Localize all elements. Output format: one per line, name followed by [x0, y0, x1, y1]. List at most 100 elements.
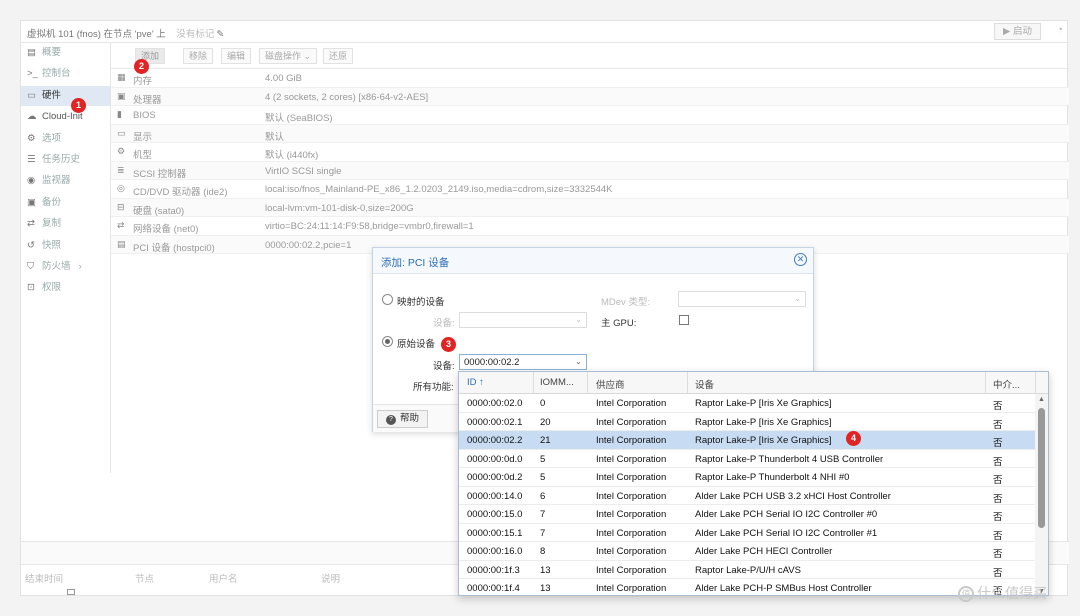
- close-icon[interactable]: ✕: [794, 253, 807, 266]
- more-icon[interactable]: ◔: [1056, 24, 1063, 36]
- terminal-icon: >_: [27, 68, 38, 80]
- cell-device: Alder Lake PCH Serial IO I2C Controller …: [695, 509, 878, 520]
- sidebar-item-7[interactable]: ◉ 监视器: [21, 171, 110, 191]
- hardware-row[interactable]: ◎ CD/DVD 驱动器 (ide2) local:iso/fnos_Mainlan…: [111, 180, 1069, 199]
- pci-device-row[interactable]: 0000:00:02.0 0 Intel Corporation Raptor Lak…: [459, 394, 1035, 413]
- cell-id: 0000:00:0d.0: [467, 453, 523, 465]
- database-icon: ≣: [117, 164, 125, 175]
- col-mdev[interactable]: 中介...: [993, 377, 1020, 391]
- col-device[interactable]: 设备: [695, 377, 714, 391]
- disk-action-button[interactable]: 磁盘操作 ⌄: [259, 48, 318, 64]
- raw-device-field-label: 设备:: [433, 361, 455, 372]
- vm-title: 虚拟机 101 (fnos) 在节点 'pve' 上: [27, 29, 166, 40]
- annotation-badge-2: 2: [134, 59, 149, 74]
- chevron-right-icon: ›: [78, 261, 82, 272]
- mdev-type-select[interactable]: ⌄: [678, 291, 806, 307]
- hardware-row[interactable]: ⚙ 机型 默认 (i440fx): [111, 143, 1069, 162]
- memory-icon: ▦: [117, 72, 126, 82]
- hardware-row[interactable]: ▮ BIOS 默认 (SeaBIOS): [111, 106, 1069, 125]
- pci-device-row[interactable]: 0000:00:15.0 7 Intel Corporation Alder Lake…: [459, 505, 1035, 524]
- sidebar-item-10[interactable]: ↺ 快照: [21, 236, 110, 256]
- pci-device-row[interactable]: 0000:00:0d.2 5 Intel Corporation Raptor Lak…: [459, 468, 1035, 487]
- hardware-row[interactable]: ⊟ 硬盘 (sata0) local-lvm:vm-101-disk-0,size=…: [111, 198, 1069, 217]
- sidebar-item-6[interactable]: ☰ 任务历史: [21, 150, 110, 170]
- revert-button[interactable]: 还原: [323, 48, 354, 64]
- pci-device-row[interactable]: 0000:00:1f.4 13 Intel Corporation Alder Lak…: [459, 579, 1035, 595]
- scroll-up-icon[interactable]: ▲: [1038, 396, 1045, 403]
- primary-gpu-checkbox[interactable]: [679, 315, 689, 325]
- raw-device-select[interactable]: 0000:00:02.2 ⌄: [459, 354, 587, 370]
- sidebar-item-9[interactable]: ⇄ 复制: [21, 214, 110, 234]
- cell-mdev: 否: [993, 493, 1003, 505]
- hardware-value: local:iso/fnos_Mainland-PE_x86_1.2.0203_…: [265, 184, 613, 195]
- pci-device-row[interactable]: 0000:00:14.0 6 Intel Corporation Alder Lake…: [459, 487, 1035, 505]
- dialog-header: 添加: PCI 设备 ✕: [373, 248, 813, 274]
- cell-vendor: Intel Corporation: [596, 509, 667, 520]
- mapped-device-field-label: 设备:: [433, 318, 455, 329]
- start-button[interactable]: ▶ 启动: [994, 23, 1041, 40]
- cell-device: Alder Lake PCH Serial IO I2C Controller …: [695, 527, 878, 539]
- sidebar-item-label: 快照: [42, 239, 62, 251]
- log-header-endtime[interactable]: 结束时间: [25, 571, 63, 585]
- sidebar-item-3[interactable]: ▭ 硬件: [21, 85, 110, 106]
- edit-button[interactable]: 编辑: [221, 48, 252, 64]
- hardware-value: 默认 (SeaBIOS): [265, 113, 333, 124]
- pci-device-row[interactable]: 0000:00:02.2 21 Intel Corporation Raptor La…: [459, 431, 1035, 450]
- hardware-value: 0000:00:02.2,pcie=1: [265, 239, 352, 251]
- cell-id: 0000:00:1f.3: [467, 564, 520, 576]
- sidebar-item-2[interactable]: >_ 控制台: [21, 64, 110, 84]
- cell-id: 0000:00:14.0: [467, 490, 523, 502]
- cell-vendor: Intel Corporation: [596, 472, 667, 483]
- cell-device: Raptor Lake-P [Iris Xe Graphics]: [695, 435, 832, 446]
- desktop-icon: ▭: [117, 127, 126, 138]
- scroll-thumb[interactable]: [1038, 408, 1045, 528]
- cell-vendor: Intel Corporation: [596, 398, 667, 409]
- cell-mdev: 否: [993, 475, 1003, 486]
- sidebar-item-label: 概要: [42, 47, 62, 58]
- picker-scrollbar[interactable]: ▲ ▼: [1035, 394, 1048, 595]
- cell-mdev: 否: [993, 530, 1003, 542]
- hardware-row[interactable]: ▦ 内存 4.00 GiB: [111, 69, 1069, 88]
- col-id[interactable]: ID ↑: [467, 377, 484, 388]
- hardware-value: 4 (2 sockets, 2 cores) [x86-64-v2-AES]: [265, 91, 429, 103]
- help-button[interactable]: ? 帮助: [377, 410, 429, 428]
- cell-vendor: Intel Corporation: [596, 583, 667, 594]
- sidebar-item-1[interactable]: ▤ 概要: [21, 43, 110, 63]
- remove-button[interactable]: 移除: [183, 48, 214, 64]
- cell-mdev: 否: [993, 438, 1003, 449]
- hardware-row[interactable]: ≣ SCSI 控制器 VirtIO SCSI single: [111, 161, 1069, 180]
- chip-icon: ▮: [117, 109, 122, 119]
- raw-device-radio[interactable]: [382, 336, 393, 347]
- pci-device-row[interactable]: 0000:00:16.0 8 Intel Corporation Alder Lake…: [459, 542, 1035, 561]
- tags-label[interactable]: 没有标记: [176, 29, 214, 40]
- hardware-row[interactable]: ▭ 显示 默认: [111, 124, 1069, 143]
- log-header-user[interactable]: 用户名: [209, 571, 238, 585]
- log-header-desc[interactable]: 说明: [321, 571, 340, 585]
- pci-device-row[interactable]: 0000:00:0d.0 5 Intel Corporation Raptor Lak…: [459, 450, 1035, 468]
- pci-device-row[interactable]: 0000:00:1f.3 13 Intel Corporation Raptor La…: [459, 561, 1035, 579]
- primary-gpu-label: 主 GPU:: [601, 318, 637, 329]
- mapped-device-radio[interactable]: [382, 294, 393, 305]
- sidebar-item-5[interactable]: ⚙ 选项: [21, 129, 110, 149]
- sidebar-item-8[interactable]: ▣ 备份: [21, 193, 110, 213]
- sidebar-item-4[interactable]: ☁ Cloud-Init: [21, 107, 110, 127]
- pci-device-row[interactable]: 0000:00:15.1 7 Intel Corporation Alder Lake…: [459, 524, 1035, 542]
- mapped-device-select[interactable]: ⌄: [459, 312, 587, 328]
- hardware-value: VirtIO SCSI single: [265, 165, 342, 177]
- col-iommu[interactable]: IOMM...: [540, 377, 574, 388]
- cell-vendor: Intel Corporation: [596, 564, 667, 576]
- cell-device: Raptor Lake-P [Iris Xe Graphics]: [695, 416, 832, 428]
- all-functions-label: 所有功能:: [413, 382, 454, 393]
- sidebar-item-11[interactable]: ⛉ 防火墙 ›: [21, 257, 110, 277]
- hardware-row[interactable]: ⇄ 网络设备 (net0) virtio=BC:24:11:14:F9:58,bri…: [111, 217, 1069, 236]
- pci-device-row[interactable]: 0000:00:02.1 20 Intel Corporation Raptor La…: [459, 413, 1035, 431]
- cell-iommu: 5: [540, 453, 546, 465]
- col-vendor[interactable]: 供应商: [596, 377, 625, 391]
- cell-mdev: 否: [993, 512, 1003, 523]
- log-header-node[interactable]: 节点: [135, 571, 154, 585]
- hardware-row[interactable]: ▣ 处理器 4 (2 sockets, 2 cores) [x86-64-v2-AE…: [111, 87, 1069, 106]
- monitor-icon: ▭: [27, 89, 36, 101]
- cell-device: Raptor Lake-P [Iris Xe Graphics]: [695, 398, 832, 409]
- sidebar-item-12[interactable]: ⊡ 权限: [21, 278, 110, 298]
- pencil-icon[interactable]: ✎: [216, 29, 224, 40]
